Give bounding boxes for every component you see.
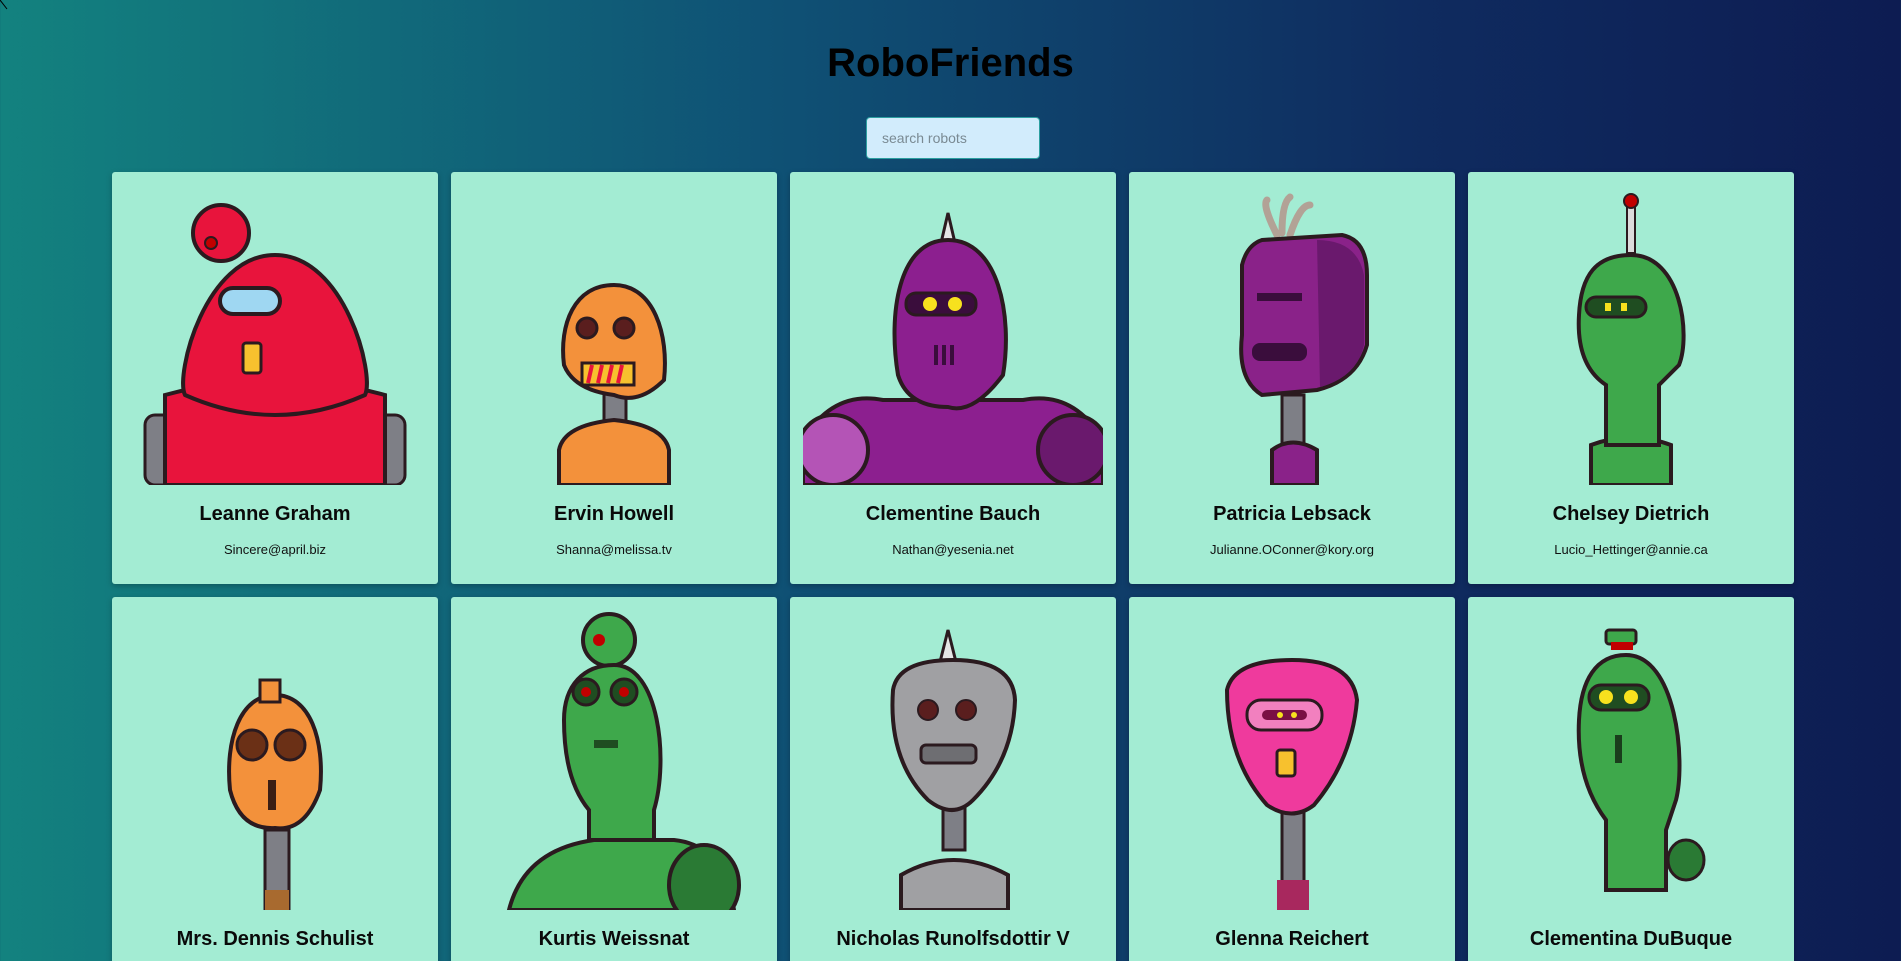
robot-name: Kurtis Weissnat (538, 928, 690, 950)
robot-avatar (506, 612, 741, 910)
robot-email: Nathan@yesenia.net (892, 542, 1014, 557)
robot-card[interactable]: Mrs. Dennis Schulist (112, 597, 438, 961)
robot-name: Clementina DuBuque (1529, 928, 1733, 950)
robot-avatar (1224, 657, 1360, 910)
robot-name: Mrs. Dennis Schulist (176, 928, 374, 950)
robot-avatar (803, 212, 1103, 485)
robot-avatar (227, 678, 323, 910)
robot-head (1576, 252, 1686, 447)
corner-mark-icon (0, 0, 8, 10)
robot-avatar (557, 282, 671, 485)
robot-avatar (890, 629, 1018, 910)
robot-antenna (581, 612, 637, 668)
robot-avatar (1239, 193, 1369, 485)
robot-email: Shanna@melissa.tv (556, 542, 672, 557)
robot-email: Julianne.OConner@kory.org (1210, 542, 1374, 557)
robot-avatar (1576, 193, 1686, 485)
robot-antenna (191, 203, 251, 263)
robot-card[interactable]: Leanne Graham Sincere@april.biz (112, 172, 438, 584)
robot-body (899, 858, 1010, 910)
robot-card[interactable]: Clementina DuBuque (1468, 597, 1794, 961)
robot-name: Leanne Graham (199, 503, 351, 525)
search-input[interactable] (866, 117, 1040, 159)
robot-card[interactable]: Ervin Howell Shanna@melissa.tv (451, 172, 777, 584)
robot-card[interactable]: Kurtis Weissnat (451, 597, 777, 961)
robot-head (890, 657, 1018, 812)
robot-avatar (143, 203, 407, 485)
robot-card[interactable]: Clementine Bauch Nathan@yesenia.net (790, 172, 1116, 584)
robot-card[interactable]: Nicholas Runolfsdottir V (790, 597, 1116, 961)
robot-name: Nicholas Runolfsdottir V (836, 928, 1070, 950)
robot-head (892, 237, 1008, 411)
robot-email: Lucio_Hettinger@annie.ca (1554, 542, 1708, 557)
robot-head (1224, 657, 1360, 816)
robot-card[interactable]: Glenna Reichert (1129, 597, 1455, 961)
robot-avatar (1576, 628, 1706, 892)
robot-name: Glenna Reichert (1215, 928, 1369, 950)
robot-card[interactable]: Patricia Lebsack Julianne.OConner@kory.o… (1129, 172, 1455, 584)
robot-name: Patricia Lebsack (1213, 503, 1371, 525)
page-title: RoboFriends (827, 41, 1074, 85)
robot-email: Sincere@april.biz (223, 542, 327, 557)
robot-body (1270, 440, 1319, 485)
robot-name: Clementine Bauch (865, 503, 1041, 525)
robot-body (557, 417, 671, 485)
robot-name: Ervin Howell (553, 503, 675, 525)
robot-head (181, 252, 369, 417)
robot-card-list: Leanne Graham Sincere@april.biz Ervin Ho… (112, 172, 1794, 961)
robot-card[interactable]: Chelsey Dietrich Lucio_Hettinger@annie.c… (1468, 172, 1794, 584)
robot-name: Chelsey Dietrich (1552, 503, 1710, 525)
